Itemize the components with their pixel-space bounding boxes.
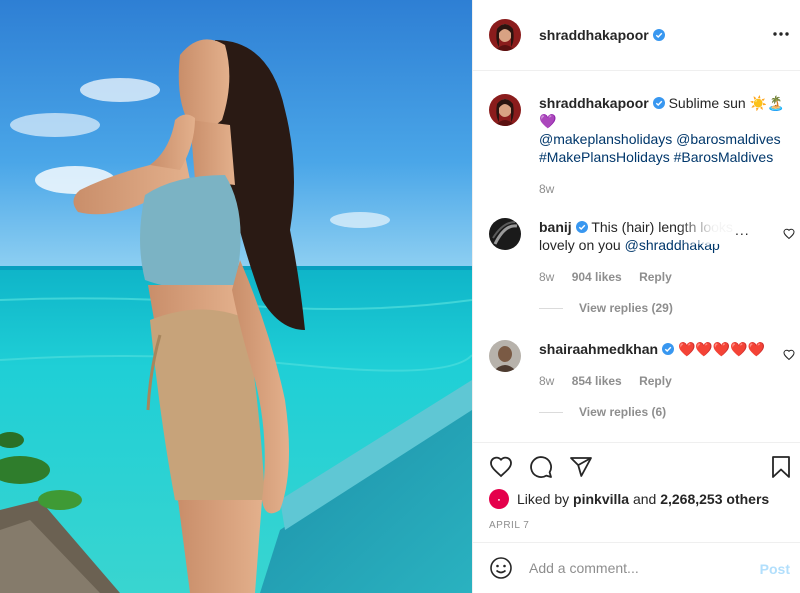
verified-badge-icon [652, 97, 665, 109]
comment-item: shairaahmedkhan ❤️❤️❤️❤️❤️ 8w 854 likes … [489, 340, 789, 390]
comment-meta: 8w 904 likes Reply [539, 268, 779, 286]
liker-username[interactable]: pinkvilla [573, 491, 629, 507]
more-horizontal-icon[interactable] [771, 24, 791, 44]
caption-avatar[interactable] [489, 94, 521, 126]
post-header: shraddhakapoor [473, 0, 800, 71]
post-comment-button[interactable]: Post [760, 561, 790, 577]
caption-hashtags[interactable]: #MakePlansHolidays #BarosMaldives [539, 149, 773, 165]
verified-badge-icon [662, 343, 675, 355]
likes-middle: and [632, 491, 657, 507]
comment-text-fade [678, 222, 738, 244]
post-date[interactable]: APRIL 7 [489, 520, 529, 531]
heart-outline-icon[interactable] [489, 455, 513, 479]
smiley-icon[interactable] [489, 556, 513, 580]
reply-button[interactable]: Reply [639, 270, 672, 284]
comment-avatar-image [489, 340, 521, 372]
comment-username[interactable]: shairaahmedkhan [539, 341, 658, 357]
liker-avatar-mark: ● [497, 496, 501, 502]
view-replies[interactable]: View replies (29) [539, 301, 673, 315]
comment-age[interactable]: 8w [539, 374, 554, 388]
comment-avatar[interactable] [489, 218, 521, 250]
replies-divider [539, 411, 563, 413]
caption-age[interactable]: 8w [539, 182, 554, 196]
comment-avatar-image [489, 218, 521, 250]
comment-meta: 8w 854 likes Reply [539, 372, 779, 390]
paper-plane-icon[interactable] [569, 455, 593, 479]
author-avatar-image [489, 19, 521, 51]
caption-meta: 8w [539, 180, 789, 198]
caption-username[interactable]: shraddhakapoor [539, 95, 649, 111]
replies-divider [539, 307, 563, 309]
comment-body: shairaahmedkhan ❤️❤️❤️❤️❤️ 8w 854 likes … [539, 340, 779, 390]
comment-username[interactable]: banij [539, 219, 572, 235]
comments-section[interactable]: shraddhakapoor Sublime sun ☀️🏝️💜 @makepl… [473, 72, 800, 442]
view-replies[interactable]: View replies (6) [539, 405, 666, 419]
comment-likes[interactable]: 904 likes [572, 270, 622, 284]
author-username[interactable]: shraddhakapoor [539, 27, 649, 43]
comment-text: ❤️❤️❤️❤️❤️ [677, 341, 766, 357]
comment-options-button[interactable]: ... [735, 222, 750, 238]
caption-body: shraddhakapoor Sublime sun ☀️🏝️💜 @makepl… [539, 94, 789, 198]
comment-age[interactable]: 8w [539, 270, 554, 284]
likes-summary: ● Liked by pinkvilla and 2,268,253 other… [489, 489, 769, 509]
liker-avatar[interactable]: ● [489, 489, 509, 509]
verified-badge-icon [652, 29, 665, 41]
comment-avatar[interactable] [489, 340, 521, 372]
comment-like-heart-icon[interactable] [783, 228, 795, 240]
view-replies-label[interactable]: View replies (6) [579, 405, 666, 419]
view-replies-label[interactable]: View replies (29) [579, 301, 673, 315]
likes-prefix: Liked by [517, 491, 570, 507]
likes-count-link[interactable]: 2,268,253 others [660, 491, 769, 507]
post-details-panel: shraddhakapoor shraddhakapoor Sublime su… [472, 0, 800, 593]
comment-bubble-icon[interactable] [529, 455, 553, 479]
comment-like-heart-icon[interactable] [783, 349, 795, 361]
caption-avatar-image [489, 94, 521, 126]
reply-button[interactable]: Reply [639, 374, 672, 388]
comment-text-line2: lovely on you [539, 237, 625, 253]
caption: shraddhakapoor Sublime sun ☀️🏝️💜 @makepl… [489, 94, 789, 198]
post-photo[interactable] [0, 0, 472, 593]
verified-badge-icon [575, 221, 588, 233]
post-photo-illustration [0, 0, 472, 593]
author-avatar[interactable] [489, 19, 521, 51]
caption-mentions[interactable]: @makeplansholidays @barosmaldives [539, 131, 781, 147]
add-comment-bar: Post [473, 542, 800, 593]
bookmark-icon[interactable] [769, 455, 793, 479]
comment-likes[interactable]: 854 likes [572, 374, 622, 388]
instagram-post: shraddhakapoor shraddhakapoor Sublime su… [0, 0, 800, 593]
post-actions: ● Liked by pinkvilla and 2,268,253 other… [473, 442, 800, 542]
add-comment-input[interactable] [529, 560, 749, 576]
